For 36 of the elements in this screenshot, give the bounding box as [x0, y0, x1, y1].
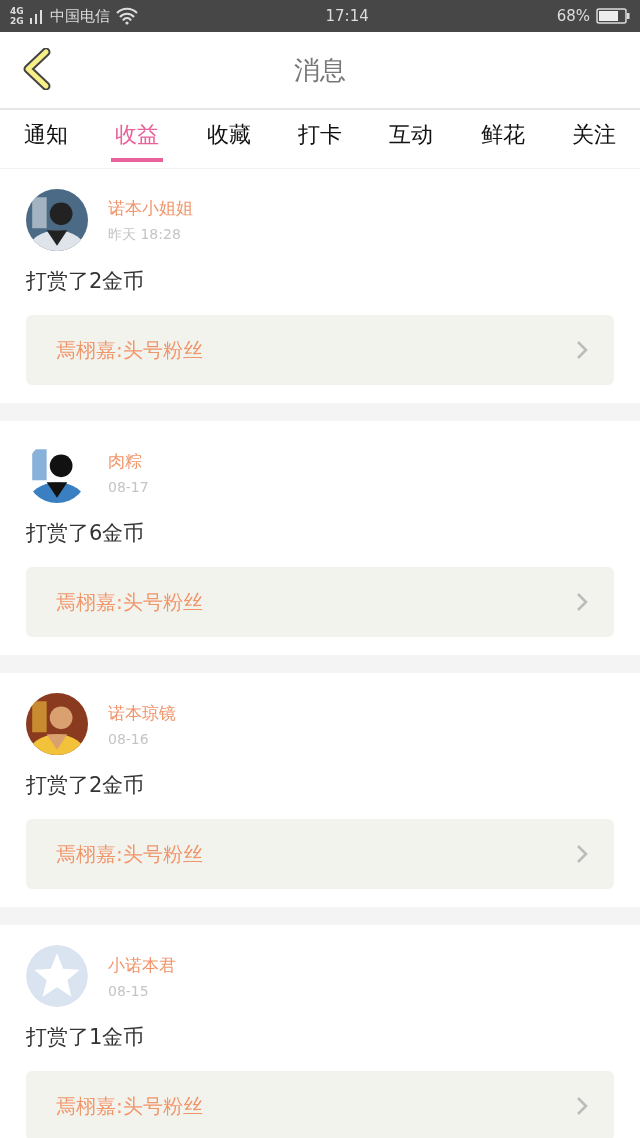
message-time: 08-16: [108, 730, 150, 747]
user-name: 小诺本君: [108, 953, 176, 977]
tab[interactable]: 收藏: [202, 110, 255, 162]
carrier-name: 中国电信: [49, 6, 110, 26]
message-time: 08-17: [108, 478, 149, 495]
post-title: 焉栩嘉:头号粉丝: [56, 840, 203, 868]
battery-percent: 68%: [556, 7, 590, 25]
tab[interactable]: 通知: [19, 110, 72, 162]
post-title: 焉栩嘉:头号粉丝: [56, 588, 203, 616]
page-title: 消息: [294, 53, 346, 87]
post-title: 焉栩嘉:头号粉丝: [56, 336, 203, 364]
signal-icon: [29, 8, 44, 24]
message-text: 打赏了2金币: [26, 268, 146, 295]
clock-time: 17:14: [325, 7, 369, 25]
user-name: 诺本小姐姐: [108, 196, 193, 220]
message-text: 打赏了2金币: [26, 772, 146, 799]
chevron-icon: [576, 844, 588, 864]
network-label: 2G: [10, 16, 24, 26]
user-name: 诺本琼镜: [108, 701, 176, 725]
message-text: 打赏了6金币: [26, 520, 146, 547]
message-time: 昨天 18:28: [108, 225, 182, 244]
avatar-icon: [26, 945, 88, 1007]
message-time: 08-15: [108, 982, 150, 999]
battery-icon: [596, 8, 630, 24]
user-name: 肉粽: [108, 449, 143, 473]
post-title: 焉栩嘉:头号粉丝: [56, 1092, 203, 1120]
tab[interactable]: 鲜花: [476, 110, 529, 162]
network-label: 4G: [10, 6, 24, 16]
chevron-icon: [576, 592, 588, 612]
tab[interactable]: 互动: [385, 110, 438, 162]
wifi-icon: [115, 7, 138, 25]
chevron-icon: [576, 340, 588, 360]
tab[interactable]: 关注: [568, 110, 621, 162]
tab[interactable]: 打卡: [293, 110, 346, 162]
message-text: 打赏了1金币: [26, 1024, 146, 1051]
chevron-icon: [576, 1096, 588, 1116]
